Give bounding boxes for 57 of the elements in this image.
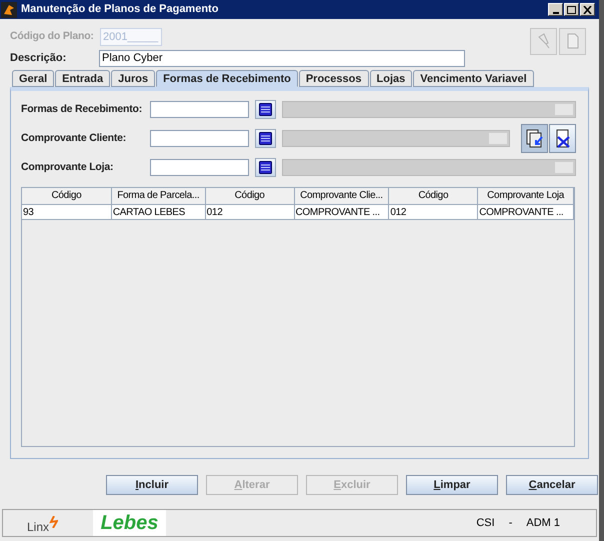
action-button[interactable]: Limpar — [406, 475, 498, 495]
column-header[interactable]: Comprovante Clie... — [294, 188, 390, 205]
description-field[interactable]: Plano Cyber — [99, 50, 465, 66]
column-header[interactable]: Código — [206, 188, 295, 205]
tab[interactable]: Lojas — [370, 70, 412, 87]
document-icon — [566, 33, 580, 49]
maximize-icon — [567, 6, 576, 14]
list-icon — [259, 161, 272, 174]
field-label: Formas de Recebimento: — [21, 102, 144, 117]
input-field[interactable] — [150, 101, 249, 118]
field-label: Comprovante Loja: — [21, 160, 114, 175]
flashlight-icon — [536, 33, 552, 49]
close-icon — [583, 6, 592, 14]
tab[interactable]: Formas de Recebimento — [156, 70, 298, 87]
field-label: Descrição: — [10, 50, 68, 66]
user-text: CSI — [476, 516, 495, 531]
minimize-icon — [552, 12, 558, 14]
spark-icon — [49, 516, 58, 528]
list-icon-button[interactable] — [255, 158, 276, 177]
column-header[interactable]: Comprovante Loja — [478, 188, 574, 205]
field-label: Comprovante Cliente: — [21, 130, 128, 146]
table-cell: 012 — [206, 205, 295, 220]
window-title: Manutenção de Planos de Pagamento — [21, 2, 218, 18]
import-button[interactable] — [521, 124, 548, 153]
document-x-icon — [554, 128, 572, 148]
list-icon — [259, 132, 272, 145]
list-icon-button[interactable] — [255, 100, 276, 119]
document-arrow-icon — [526, 128, 544, 148]
remove-button[interactable] — [549, 124, 576, 153]
close-button[interactable] — [580, 3, 595, 16]
action-button[interactable]: Cancelar — [506, 475, 598, 495]
column-header[interactable]: Código — [22, 188, 112, 205]
column-header[interactable]: Forma de Parcela... — [112, 188, 206, 205]
app-icon — [1, 2, 17, 18]
tab[interactable]: Processos — [298, 70, 368, 87]
table-cell: CARTAO LEBES — [112, 205, 206, 220]
maximize-button[interactable] — [564, 3, 579, 16]
table-cell: 93 — [22, 205, 112, 220]
field-label: Código do Plano: — [10, 29, 95, 44]
list-icon-button[interactable] — [255, 129, 276, 148]
column-header[interactable]: Código — [389, 188, 478, 205]
separator-text: - — [508, 516, 512, 531]
table-cell: COMPROVANTE ... — [294, 205, 390, 220]
list-icon — [259, 103, 272, 116]
table-cell: 012 — [389, 205, 478, 220]
tab[interactable]: Entrada — [55, 70, 110, 87]
table-cell: COMPROVANTE ... — [478, 205, 574, 220]
tab[interactable]: Vencimento Variavel — [413, 70, 534, 87]
tab[interactable]: Juros — [111, 70, 156, 87]
action-button[interactable]: Incluir — [106, 475, 198, 495]
lebes-logo: Lebes — [93, 510, 166, 536]
input-field[interactable] — [150, 130, 249, 147]
minimize-button[interactable] — [548, 3, 563, 16]
input-field[interactable] — [150, 159, 249, 176]
linx-logo: Linx — [27, 519, 50, 536]
role-text: ADM 1 — [526, 516, 560, 531]
tab[interactable]: Geral — [12, 70, 54, 87]
